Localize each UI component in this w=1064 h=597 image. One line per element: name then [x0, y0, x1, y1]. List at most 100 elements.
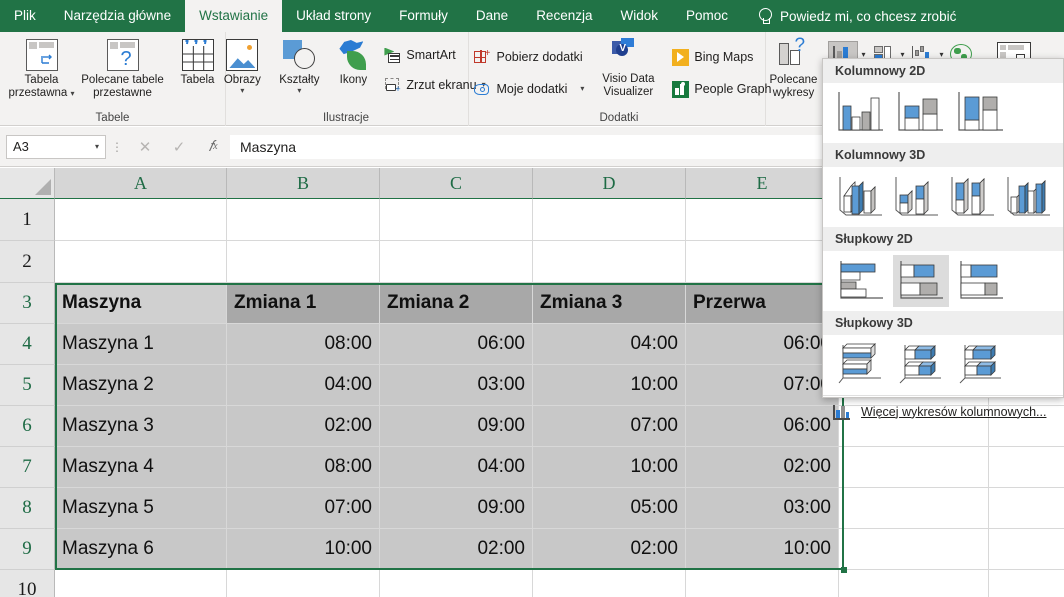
visio-data-visualizer-button[interactable]: V Visio Data Visualizer [594, 36, 662, 99]
row-header-1[interactable]: 1 [0, 199, 55, 241]
cell-a5[interactable]: Maszyna 2 [55, 365, 227, 406]
3d-100-percent-stacked-column-item[interactable] [945, 171, 999, 223]
cell-d9[interactable]: 02:00 [533, 529, 686, 570]
cell-f9[interactable] [839, 529, 989, 570]
bing-maps-button[interactable]: Bing Maps [672, 46, 771, 68]
cell-e4[interactable]: 06:00 [686, 324, 839, 365]
cell-d7[interactable]: 10:00 [533, 447, 686, 488]
cancel-icon[interactable]: ✕ [128, 135, 162, 159]
cell-b1[interactable] [227, 199, 380, 241]
cell-b3[interactable]: Zmiana 1 [227, 283, 380, 324]
cell-a1[interactable] [55, 199, 227, 241]
confirm-icon[interactable]: ✓ [162, 135, 196, 159]
cell-c4[interactable]: 06:00 [380, 324, 533, 365]
cell-e10[interactable] [686, 570, 839, 597]
cell-e9[interactable]: 10:00 [686, 529, 839, 570]
select-all-corner[interactable] [0, 168, 55, 199]
get-addins-button[interactable]: + Pobierz dodatki [473, 46, 584, 68]
cell-c9[interactable]: 02:00 [380, 529, 533, 570]
3d-stacked-bar-item[interactable] [893, 339, 949, 391]
chevron-down-icon[interactable]: ▾ [580, 85, 584, 93]
3d-clustered-bar-item[interactable] [833, 339, 889, 391]
cell-c1[interactable] [380, 199, 533, 241]
row-header-9[interactable]: 9 [0, 529, 55, 570]
tab-wstawianie[interactable]: Wstawianie [185, 0, 283, 32]
cell-d10[interactable] [533, 570, 686, 597]
row-header-5[interactable]: 5 [0, 365, 55, 406]
cell-e8[interactable]: 03:00 [686, 488, 839, 529]
column-header-e[interactable]: E [686, 168, 839, 199]
cell-d2[interactable] [533, 241, 686, 283]
row-header-7[interactable]: 7 [0, 447, 55, 488]
cell-c10[interactable] [380, 570, 533, 597]
cell-b2[interactable] [227, 241, 380, 283]
cell-d3[interactable]: Zmiana 3 [533, 283, 686, 324]
cell-c6[interactable]: 09:00 [380, 406, 533, 447]
tab-widok[interactable]: Widok [606, 0, 672, 32]
selection-fill-handle[interactable] [841, 567, 847, 573]
cell-a4[interactable]: Maszyna 1 [55, 324, 227, 365]
column-header-a[interactable]: A [55, 168, 227, 199]
shapes-button[interactable]: Kształty ▾ [270, 36, 328, 95]
recommended-pivot-tables-button[interactable]: ? Polecane tabele przestawne [78, 36, 168, 100]
cell-d6[interactable]: 07:00 [533, 406, 686, 447]
row-header-10[interactable]: 10 [0, 570, 55, 597]
cell-f7[interactable] [839, 447, 989, 488]
cell-b5[interactable]: 04:00 [227, 365, 380, 406]
pivot-table-button[interactable]: Tabela przestawna ▾ [8, 36, 75, 100]
3d-column-item[interactable] [1001, 171, 1055, 223]
cell-e5[interactable]: 07:00 [686, 365, 839, 406]
3d-100-percent-stacked-bar-item[interactable] [953, 339, 1009, 391]
100-percent-stacked-column-item[interactable] [953, 87, 1009, 139]
cell-a6[interactable]: Maszyna 3 [55, 406, 227, 447]
row-header-8[interactable]: 8 [0, 488, 55, 529]
tab-formuly[interactable]: Formuły [385, 0, 462, 32]
column-header-b[interactable]: B [227, 168, 380, 199]
row-header-3[interactable]: 3 [0, 283, 55, 324]
cell-g8[interactable] [989, 488, 1064, 529]
cell-d1[interactable] [533, 199, 686, 241]
cell-e6[interactable]: 06:00 [686, 406, 839, 447]
recommended-charts-button[interactable]: ? Polecane wykresy [762, 36, 824, 100]
cell-a3[interactable]: Maszyna [55, 283, 227, 324]
cell-e3[interactable]: Przerwa [686, 283, 839, 324]
chevron-down-icon[interactable]: ▾ [297, 87, 301, 95]
cell-g9[interactable] [989, 529, 1064, 570]
clustered-bar-item[interactable] [833, 255, 889, 307]
row-header-4[interactable]: 4 [0, 324, 55, 365]
cell-e1[interactable] [686, 199, 839, 241]
stacked-column-item[interactable] [893, 87, 949, 139]
column-header-c[interactable]: C [380, 168, 533, 199]
tab-narzedzia-glowne[interactable]: Narzędzia główne [50, 0, 185, 32]
tab-plik[interactable]: Plik [0, 0, 50, 32]
cell-d5[interactable]: 10:00 [533, 365, 686, 406]
cell-e7[interactable]: 02:00 [686, 447, 839, 488]
cell-b6[interactable]: 02:00 [227, 406, 380, 447]
tell-me-box[interactable]: Powiedz mi, co chcesz zrobić [742, 0, 956, 32]
column-header-d[interactable]: D [533, 168, 686, 199]
people-graph-button[interactable]: People Graph [672, 78, 772, 100]
3d-clustered-column-item[interactable] [833, 171, 887, 223]
cell-f8[interactable] [839, 488, 989, 529]
cell-c2[interactable] [380, 241, 533, 283]
stacked-bar-item[interactable] [893, 255, 949, 307]
cell-d4[interactable]: 04:00 [533, 324, 686, 365]
icons-button[interactable]: Ikony [328, 36, 378, 87]
row-header-6[interactable]: 6 [0, 406, 55, 447]
cell-b8[interactable]: 07:00 [227, 488, 380, 529]
name-box[interactable]: A3 ▾ [6, 134, 106, 159]
cell-g10[interactable] [989, 570, 1064, 597]
cell-a7[interactable]: Maszyna 4 [55, 447, 227, 488]
more-column-charts-item[interactable]: Więcej wykresów kolumnowych... [823, 395, 1063, 427]
clustered-column-item[interactable] [833, 87, 889, 139]
row-header-2[interactable]: 2 [0, 241, 55, 283]
chevron-down-icon[interactable]: ▾ [71, 89, 75, 98]
cell-a8[interactable]: Maszyna 5 [55, 488, 227, 529]
cell-d8[interactable]: 05:00 [533, 488, 686, 529]
cell-f10[interactable] [839, 570, 989, 597]
chevron-down-icon[interactable]: ▾ [240, 87, 244, 95]
cell-g7[interactable] [989, 447, 1064, 488]
cell-c3[interactable]: Zmiana 2 [380, 283, 533, 324]
cell-c8[interactable]: 09:00 [380, 488, 533, 529]
100-percent-stacked-bar-item[interactable] [953, 255, 1009, 307]
